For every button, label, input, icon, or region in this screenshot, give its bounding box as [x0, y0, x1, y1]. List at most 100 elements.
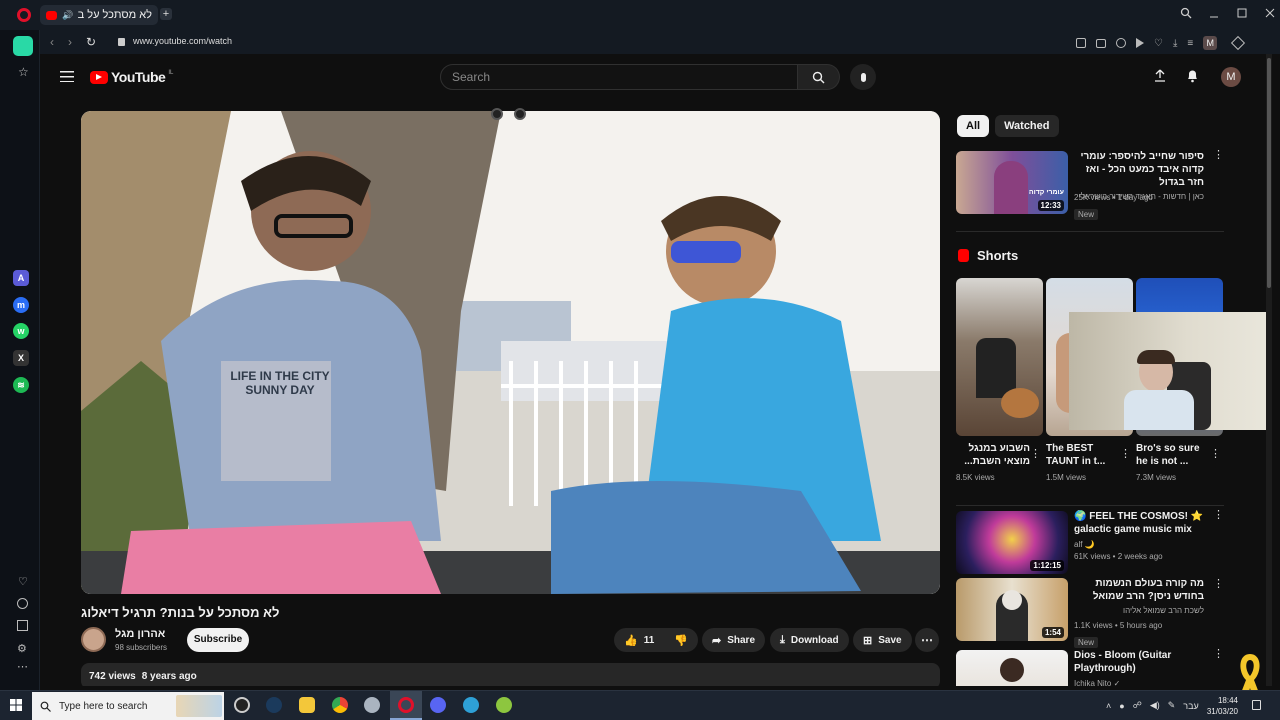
app-icon[interactable] — [463, 697, 479, 713]
search-tabs-icon[interactable] — [1180, 7, 1192, 19]
cube-icon[interactable] — [17, 620, 28, 631]
miniplayer-icon[interactable] — [491, 108, 503, 120]
opera-icon[interactable] — [398, 697, 414, 713]
notifications-bell-icon[interactable] — [1186, 69, 1199, 83]
speaker-icon[interactable]: 🔊 — [62, 10, 73, 21]
discord-icon[interactable] — [430, 697, 446, 713]
url-field[interactable]: www.youtube.com/watch — [133, 36, 232, 46]
history-icon[interactable] — [17, 598, 28, 609]
recommended-title[interactable]: מה קורה בעולם הנשמות בחודש ניסן? הרב שמו… — [1074, 577, 1204, 603]
chevron-up-icon[interactable]: ˄ — [1106, 701, 1111, 711]
recommended-title[interactable]: 🌍 FEEL THE COSMOS! ⭐ galactic game music… — [1074, 510, 1204, 536]
channel-name[interactable]: אהרון מגל — [115, 628, 165, 640]
channel-avatar[interactable] — [81, 627, 106, 652]
app-icon[interactable] — [496, 697, 512, 713]
app-icon[interactable] — [364, 697, 380, 713]
forward-icon[interactable]: › — [68, 35, 72, 49]
x-icon[interactable]: X — [13, 350, 29, 366]
video-player[interactable]: LIFE IN THE CITY SUNNY DAY — [81, 111, 940, 594]
menu-icon[interactable]: ≡ — [1187, 38, 1193, 49]
recommended-channel[interactable]: Ichika Nito ✓ — [1074, 678, 1204, 686]
close-window-icon[interactable] — [1264, 7, 1276, 19]
account-avatar[interactable]: M — [1221, 67, 1241, 87]
chrome-icon[interactable] — [332, 697, 348, 713]
language-indicator[interactable]: עבר — [1183, 701, 1198, 711]
recommended-thumbnail[interactable]: 1:12:15 — [956, 511, 1068, 574]
recommended-thumbnail[interactable]: 1:54 — [956, 578, 1068, 641]
heart-icon[interactable]: ♡ — [18, 575, 28, 588]
bookmark-icon[interactable]: ☆ — [18, 65, 29, 79]
download-icon: ⤓ — [780, 633, 785, 646]
dislike-button[interactable]: 👎 — [664, 628, 698, 652]
filter-chip-all[interactable]: All — [957, 115, 990, 137]
recommended-thumbnail[interactable]: עומרי קדוה 12:33 — [956, 151, 1068, 214]
recommended-title[interactable]: Dios - Bloom (Guitar Playthrough) — [1074, 649, 1204, 675]
whatsapp-icon[interactable]: w — [13, 323, 29, 339]
subscribe-button[interactable]: Subscribe — [187, 628, 249, 652]
kebab-menu-icon[interactable]: ⋮ — [1213, 510, 1224, 521]
microphone-icon[interactable]: ● — [1119, 701, 1124, 711]
clock[interactable]: 18:44 31/03/20 — [1200, 695, 1238, 717]
new-tab-button[interactable]: + — [160, 8, 172, 20]
arc-icon[interactable]: A — [13, 270, 29, 286]
kebab-menu-icon[interactable]: ⋮ — [1210, 449, 1221, 460]
kebab-menu-icon[interactable]: ⋮ — [1213, 579, 1224, 590]
add-icon[interactable] — [514, 108, 526, 120]
voice-search-button[interactable] — [850, 64, 876, 90]
search-button[interactable] — [798, 64, 840, 90]
short-title[interactable]: The BEST TAUNT in t... — [1046, 442, 1120, 468]
windows-start-icon[interactable] — [10, 699, 22, 711]
file-explorer-icon[interactable] — [299, 697, 315, 713]
play-icon[interactable] — [1136, 38, 1144, 48]
opera-logo-icon[interactable] — [17, 8, 31, 22]
hamburger-menu-icon[interactable] — [60, 71, 74, 82]
share-button[interactable]: ➦ Share — [702, 628, 766, 652]
youtube-logo[interactable]: YouTube IL — [90, 69, 173, 85]
reload-icon[interactable]: ↻ — [86, 35, 96, 49]
search-input[interactable]: Search — [440, 64, 798, 90]
shield-icon[interactable] — [1116, 38, 1126, 48]
recommended-thumbnail[interactable] — [956, 650, 1068, 686]
heart-icon[interactable]: ♡ — [1154, 38, 1163, 49]
kebab-menu-icon[interactable]: ⋮ — [1213, 150, 1224, 161]
short-title[interactable]: Bro's so sure he is not ... — [1136, 442, 1206, 468]
network-icon[interactable]: ☍ — [1133, 700, 1142, 711]
download-button[interactable]: ⤓ Download — [770, 628, 849, 652]
volume-icon[interactable]: ◀) — [1150, 700, 1160, 711]
like-button[interactable]: 👍 11 — [614, 628, 665, 652]
recommended-channel[interactable]: לשכת הרב שמואל אליהו — [1074, 605, 1204, 617]
filter-chip-watched[interactable]: Watched — [995, 115, 1059, 137]
steam-icon[interactable] — [266, 697, 282, 713]
extensions-icon[interactable] — [1231, 35, 1246, 51]
download-icon[interactable]: ⤓ — [1173, 38, 1177, 49]
taskbar-search-input[interactable]: Type here to search — [32, 692, 224, 720]
minimize-icon[interactable] — [1208, 7, 1220, 19]
spotify-icon[interactable]: ≋ — [13, 377, 29, 393]
description-box[interactable]: 742 views 8 years ago — [81, 663, 940, 686]
scrollbar-thumb[interactable] — [1267, 58, 1271, 288]
short-title[interactable]: השבוע במנגל מוצאי השבת... — [956, 442, 1030, 468]
recommended-title[interactable]: סיפור שחייב להיספר: עומרי קדוה איבד כמעט… — [1074, 150, 1204, 189]
kebab-menu-icon[interactable]: ⋮ — [1030, 449, 1041, 460]
settings-icon[interactable]: ⚙ — [17, 642, 27, 655]
profile-avatar[interactable]: M — [1203, 36, 1218, 50]
notifications-icon[interactable] — [1252, 700, 1261, 710]
page-scrollbar[interactable] — [1266, 54, 1272, 686]
camera-icon[interactable] — [1096, 38, 1106, 48]
pen-icon[interactable]: ✎ — [1168, 700, 1176, 711]
upload-icon[interactable] — [1154, 69, 1166, 82]
more-actions-button[interactable]: ⋯ — [915, 628, 939, 652]
save-button[interactable]: ⊞ Save — [853, 628, 912, 652]
browser-tab-active[interactable]: 🔊 לא מסתכל על בנות? ה — [40, 5, 158, 25]
obs-icon[interactable] — [234, 697, 250, 713]
short-thumbnail[interactable] — [956, 278, 1043, 436]
edit-icon[interactable] — [1076, 38, 1086, 48]
recommended-channel[interactable]: alf 🌙 — [1074, 539, 1204, 551]
kebab-menu-icon[interactable]: ⋮ — [1213, 649, 1224, 660]
maximize-icon[interactable] — [1236, 7, 1248, 19]
messenger-icon[interactable]: m — [13, 297, 29, 313]
kebab-menu-icon[interactable]: ⋮ — [1120, 449, 1131, 460]
back-icon[interactable]: ‹ — [50, 35, 54, 49]
aria-icon[interactable] — [13, 36, 33, 56]
more-icon[interactable]: ⋯ — [17, 660, 28, 673]
